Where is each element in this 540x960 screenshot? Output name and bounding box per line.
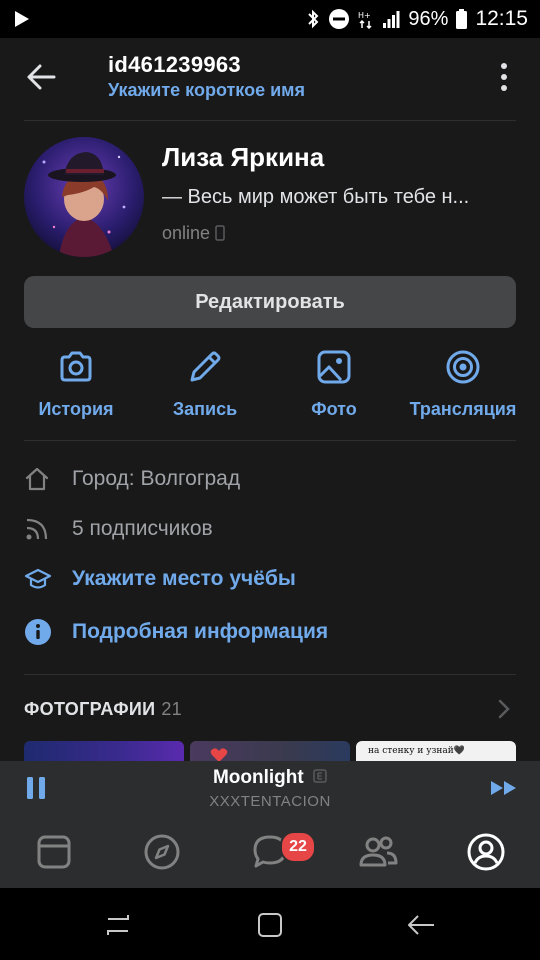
profile-name: Лиза Яркина — [162, 142, 325, 172]
action-post[interactable]: Запись — [140, 348, 270, 420]
more-vertical-icon[interactable] — [498, 62, 510, 92]
photo-thumb-2[interactable] — [190, 741, 350, 761]
status-bar: H+ 96% 12:15 — [0, 0, 540, 38]
pencil-icon — [190, 351, 221, 382]
actions-divider — [24, 440, 516, 441]
do-not-disturb-icon — [329, 9, 350, 29]
tab-profile-icon[interactable] — [466, 832, 506, 872]
mobile-phone-icon — [215, 225, 225, 241]
info-divider — [24, 674, 516, 675]
camera-icon — [60, 351, 92, 382]
heart-icon — [210, 748, 228, 761]
details-link: Подробная информация — [72, 620, 329, 643]
recent-apps-icon[interactable] — [104, 913, 132, 937]
action-broadcast-label: Трансляция — [409, 399, 517, 419]
photo-thumb-3-text: на стенку и узнай🖤 — [368, 746, 465, 756]
header-divider — [24, 120, 516, 121]
action-story[interactable]: История — [11, 348, 141, 420]
track-artist: XXXTENTACION — [209, 793, 331, 810]
action-story-label: История — [38, 399, 114, 419]
action-photo-label: Фото — [311, 399, 357, 419]
online-indicator: online — [162, 223, 225, 244]
page-title: id461239963 — [108, 52, 241, 77]
track-title-text: Moonlight — [212, 767, 304, 788]
photos-header[interactable]: ФОТОГРАФИИ 21 — [24, 699, 182, 720]
info-icon — [25, 619, 51, 645]
bluetooth-icon — [308, 9, 319, 29]
home-button-icon[interactable] — [256, 911, 284, 939]
battery-percent: 96% — [408, 7, 449, 30]
play-notification-icon — [15, 11, 29, 27]
info-details[interactable]: Подробная информация — [24, 614, 328, 650]
avatar[interactable] — [24, 137, 144, 257]
action-photo[interactable]: Фото — [269, 348, 399, 420]
photos-count: 21 — [161, 699, 182, 719]
rss-icon — [26, 518, 48, 540]
track-title: Moonlight — [0, 767, 540, 789]
back-arrow-icon[interactable] — [26, 62, 56, 92]
explicit-icon — [313, 769, 327, 783]
skip-next-icon[interactable] — [490, 779, 518, 797]
battery-icon — [456, 9, 468, 29]
messages-badge: 22 — [280, 831, 316, 863]
photos-title: ФОТОГРАФИИ — [24, 699, 156, 719]
broadcast-icon — [446, 350, 480, 384]
mobile-data-icon: H+ — [358, 11, 372, 29]
tab-explore-icon[interactable] — [142, 832, 182, 872]
followers-text: 5 подписчиков — [72, 517, 213, 540]
action-broadcast[interactable]: Трансляция — [398, 348, 528, 420]
back-button-icon[interactable] — [406, 912, 436, 938]
svg-text:H+: H+ — [358, 11, 371, 20]
edit-profile-button[interactable]: Редактировать — [24, 276, 516, 328]
tab-news-icon[interactable] — [34, 832, 74, 872]
photo-thumb-3[interactable]: на стенку и узнай🖤 — [356, 741, 516, 761]
system-nav-bar — [0, 888, 540, 960]
short-name-link[interactable]: Укажите короткое имя — [108, 80, 305, 101]
photo-thumb-1[interactable] — [24, 741, 184, 761]
info-city: Город: Волгоград — [24, 461, 240, 497]
clock: 12:15 — [475, 7, 528, 30]
info-education[interactable]: Укажите место учёбы — [24, 561, 296, 597]
online-text: online — [162, 223, 211, 243]
city-text: Город: Волгоград — [72, 467, 241, 490]
tab-friends-icon[interactable] — [358, 832, 398, 872]
chevron-right-icon[interactable] — [498, 699, 510, 719]
action-post-label: Запись — [172, 399, 238, 419]
graduation-cap-icon — [24, 568, 52, 589]
profile-status[interactable]: — Весь мир может быть тебе н... — [162, 186, 514, 209]
home-icon — [25, 467, 49, 491]
education-link: Укажите место учёбы — [72, 567, 296, 590]
info-followers[interactable]: 5 подписчиков — [24, 511, 213, 547]
image-icon — [317, 350, 351, 384]
signal-icon — [383, 11, 400, 28]
